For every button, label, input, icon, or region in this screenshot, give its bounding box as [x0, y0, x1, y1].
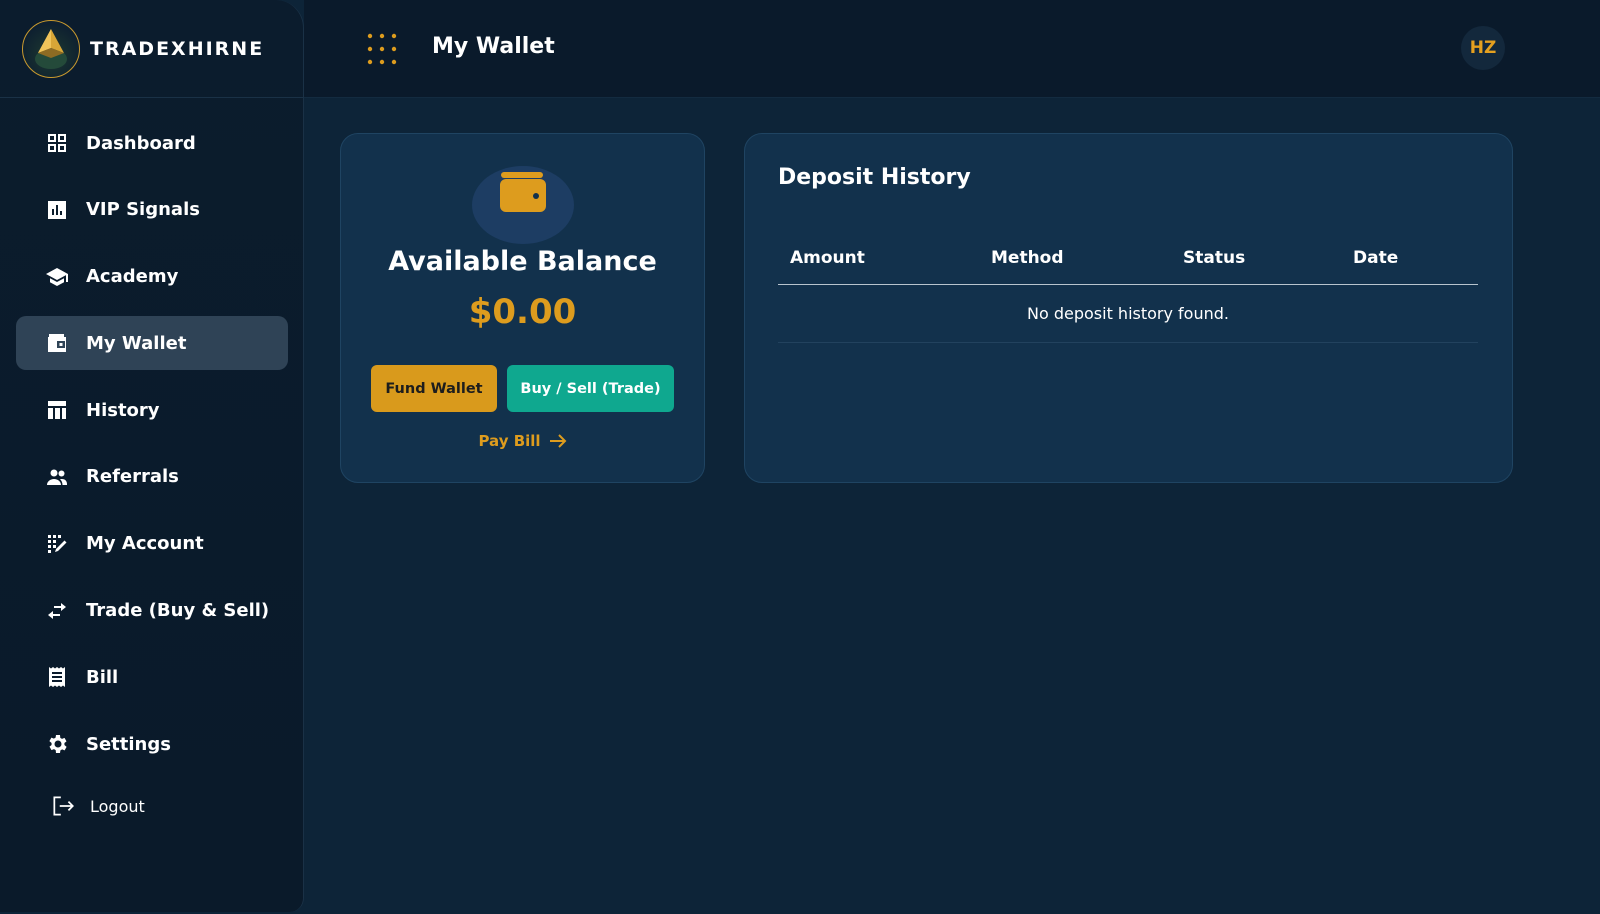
- sidebar-item-label: History: [86, 399, 160, 421]
- bar-chart-icon: [44, 197, 70, 223]
- sidebar: TRADEXHIRNE Dashboard VIP Signals Academ…: [0, 0, 304, 912]
- wallet-icon: [500, 172, 546, 212]
- brand-logo-icon: [22, 19, 80, 78]
- column-header-amount: Amount: [778, 232, 979, 285]
- fund-wallet-button[interactable]: Fund Wallet: [371, 365, 497, 412]
- logout-label: Logout: [90, 796, 145, 816]
- sidebar-item-label: Settings: [86, 733, 171, 755]
- sidebar-item-label: My Account: [86, 533, 204, 555]
- sidebar-item-label: Academy: [86, 266, 179, 288]
- balance-amount: $0.00: [468, 292, 577, 332]
- brand[interactable]: TRADEXHIRNE: [0, 0, 303, 98]
- brand-name: TRADEXHIRNE: [90, 37, 265, 60]
- table-row: No deposit history found.: [778, 284, 1478, 343]
- edit-grid-icon: [44, 531, 70, 557]
- page-title: My Wallet: [432, 34, 555, 59]
- sidebar-item-label: My Wallet: [86, 332, 187, 354]
- sidebar-item-label: Trade (Buy & Sell): [86, 600, 270, 622]
- pay-bill-link[interactable]: Pay Bill: [341, 432, 704, 450]
- sidebar-nav: Dashboard VIP Signals Academy My Wallet: [16, 116, 288, 784]
- table-header-row: Amount Method Status Date: [778, 232, 1478, 285]
- deposit-history-table: Amount Method Status Date No deposit his…: [778, 232, 1478, 343]
- sidebar-item-referrals[interactable]: Referrals: [16, 450, 288, 504]
- dashboard-icon: [44, 130, 70, 156]
- sidebar-item-label: VIP Signals: [86, 199, 200, 221]
- table-icon: [44, 397, 70, 423]
- sidebar-item-label: Bill: [86, 666, 119, 688]
- avatar[interactable]: HZ: [1461, 26, 1505, 70]
- sidebar-item-my-account[interactable]: My Account: [16, 517, 288, 571]
- sidebar-item-label: Referrals: [86, 466, 179, 488]
- logout-button[interactable]: Logout: [50, 793, 145, 819]
- sidebar-item-dashboard[interactable]: Dashboard: [16, 116, 288, 170]
- sidebar-item-trade[interactable]: Trade (Buy & Sell): [16, 584, 288, 638]
- sidebar-item-history[interactable]: History: [16, 383, 288, 437]
- buy-sell-trade-button[interactable]: Buy / Sell (Trade): [507, 365, 674, 412]
- logout-icon: [53, 796, 74, 816]
- deposit-history-title: Deposit History: [778, 165, 971, 190]
- gear-icon: [44, 731, 70, 757]
- balance-card: Available Balance $0.00 Fund Wallet Buy …: [340, 133, 705, 483]
- sidebar-item-academy[interactable]: Academy: [16, 250, 288, 304]
- column-header-method: Method: [979, 232, 1171, 285]
- sidebar-item-settings[interactable]: Settings: [16, 717, 288, 771]
- wallet-badge: [472, 166, 574, 244]
- sidebar-item-vip-signals[interactable]: VIP Signals: [16, 183, 288, 237]
- swap-arrows-icon: [44, 598, 70, 624]
- topbar: My Wallet HZ: [304, 0, 1600, 98]
- apps-grid-icon[interactable]: [364, 32, 400, 68]
- sidebar-item-my-wallet[interactable]: My Wallet: [16, 316, 288, 371]
- arrow-right-icon: [549, 434, 566, 448]
- people-icon: [44, 464, 70, 490]
- balance-label: Available Balance: [388, 246, 657, 277]
- receipt-icon: [44, 664, 70, 690]
- app: TRADEXHIRNE Dashboard VIP Signals Academ…: [0, 0, 1600, 914]
- empty-state-message: No deposit history found.: [778, 284, 1478, 343]
- column-header-status: Status: [1171, 232, 1341, 285]
- graduation-cap-icon: [44, 264, 70, 290]
- sidebar-item-bill[interactable]: Bill: [16, 650, 288, 704]
- pay-bill-label: Pay Bill: [478, 432, 541, 450]
- wallet-icon: [44, 330, 70, 356]
- deposit-history-card: Deposit History Amount Method Status Dat…: [744, 133, 1513, 483]
- column-header-date: Date: [1341, 232, 1478, 285]
- sidebar-item-label: Dashboard: [86, 132, 196, 154]
